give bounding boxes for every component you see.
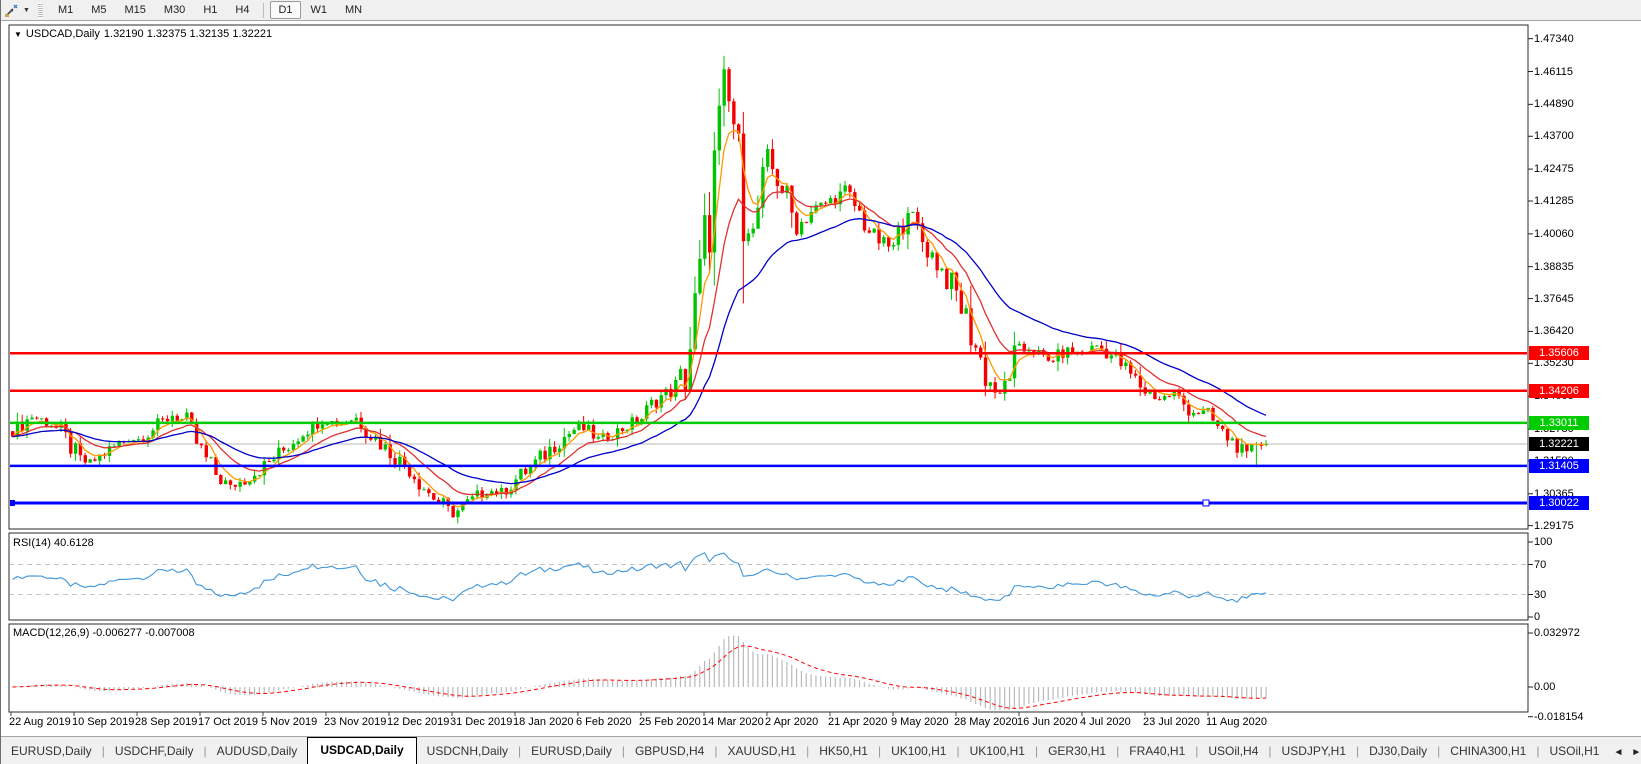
tabs: EURUSD,Daily | USDCHF,Daily | AUDUSD,Daily US… <box>1 737 1609 764</box>
panel-border-0 <box>8 24 1529 530</box>
current-price-label: 1.32221 <box>1529 437 1589 451</box>
x-axis-label: 31 Dec 2019 <box>450 716 513 728</box>
chart-canvas <box>8 24 1533 718</box>
x-axis-label: 16 Jun 2020 <box>1017 716 1078 728</box>
chart-tab-usdcnh-daily[interactable]: USDCNH,Daily <box>417 740 518 764</box>
chart-tab-uk100-h1[interactable]: UK100,H1 <box>881 740 956 764</box>
chart-tab-china300-h1[interactable]: CHINA300,H1 <box>1440 740 1536 764</box>
x-axis-label: 25 Feb 2020 <box>639 716 701 728</box>
macd-axis-label: 0.00 <box>1534 681 1556 693</box>
macd-signal-line <box>12 645 1267 709</box>
y-axis-label: 1.37645 <box>1534 292 1574 305</box>
x-axis-label: 11 Aug 2020 <box>1206 716 1267 728</box>
chart-collapse-caret[interactable]: ▼ <box>14 30 22 39</box>
price-line-label: 1.34206 <box>1529 383 1589 398</box>
macd-histogram <box>16 635 1267 710</box>
x-axis-label: 28 May 2020 <box>954 716 1018 728</box>
x-axis-label: 6 Feb 2020 <box>576 716 632 728</box>
chart-area[interactable]: ▼ USDCAD,Daily 1.32190 1.32375 1.32135 1… <box>1 0 1641 764</box>
rsi-axis-label: 30 <box>1534 588 1547 601</box>
y-axis-label: 1.40060 <box>1534 227 1574 240</box>
main-price-panel <box>9 55 1528 524</box>
macd-axis-label: -0.018154 <box>1534 710 1584 723</box>
line-handle-left[interactable] <box>9 499 15 506</box>
chart-tab-usdjpy-h1[interactable]: USDJPY,H1 <box>1272 740 1356 764</box>
x-axis-label: 23 Jul 2020 <box>1143 716 1200 728</box>
chart-symbol-period: USDCAD,Daily <box>25 28 100 40</box>
price-line-label: 1.30022 <box>1529 495 1589 510</box>
chart-tab-ger30-h1[interactable]: GER30,H1 <box>1038 740 1116 764</box>
x-axis-label: 9 May 2020 <box>891 716 949 728</box>
x-axis-label: 10 Sep 2019 <box>72 716 135 728</box>
rsi-axis-label: 100 <box>1534 536 1553 548</box>
rsi-panel <box>10 552 1527 603</box>
price-line-label: 1.31405 <box>1529 458 1589 473</box>
x-axis-label: 18 Jan 2020 <box>513 716 574 728</box>
tab-scroll-arrows: ◄ ► <box>1609 743 1641 764</box>
chart-tab-hk50-h1[interactable]: HK50,H1 <box>809 740 878 764</box>
horizontal-line-1.30022[interactable] <box>9 499 1528 507</box>
candlestick-series <box>11 55 1268 524</box>
rsi-indicator-label: RSI(14) 40.6128 <box>13 537 94 549</box>
price-line-label: 1.35606 <box>1529 346 1589 361</box>
x-axis-label: 17 Oct 2019 <box>198 716 258 728</box>
y-axis-label: 1.41285 <box>1534 194 1574 207</box>
x-axis-label: 14 Mar 2020 <box>702 716 764 728</box>
chart-tab-xauusd-h1[interactable]: XAUUSD,H1 <box>717 740 806 764</box>
x-axis-label: 5 Nov 2019 <box>261 716 318 728</box>
chart-tab-usdchf-daily[interactable]: USDCHF,Daily <box>105 740 204 764</box>
chart-tab-fra40-h1[interactable]: FRA40,H1 <box>1119 740 1195 764</box>
chart-tab-bar: EURUSD,Daily | USDCHF,Daily | AUDUSD,Daily US… <box>1 736 1641 764</box>
panel-border-1 <box>8 532 1529 621</box>
y-axis-label: 1.36420 <box>1534 325 1574 338</box>
macd-axis-label: 0.032972 <box>1534 627 1580 640</box>
chart-title: ▼ USDCAD,Daily 1.32190 1.32375 1.32135 1… <box>14 28 272 40</box>
chart-tab-dj30-daily[interactable]: DJ30,Daily <box>1359 740 1437 764</box>
moving-average-fast <box>12 129 1267 508</box>
y-axis-label: 1.42475 <box>1534 163 1574 176</box>
moving-average-medium <box>12 190 1267 496</box>
chart-tab-eurusd-daily[interactable]: EURUSD,Daily <box>521 740 622 764</box>
y-axis-label: 1.38835 <box>1534 260 1574 273</box>
chart-tab-eurusd-daily[interactable]: EURUSD,Daily <box>1 740 102 764</box>
x-axis-label: 12 Dec 2019 <box>387 716 450 728</box>
y-axis-label: 1.29175 <box>1534 519 1574 532</box>
chart-tab-usoil-h4[interactable]: USOil,H4 <box>1198 740 1268 764</box>
y-axis-label: 1.47340 <box>1534 32 1574 45</box>
y-axis-label: 1.46115 <box>1534 65 1573 78</box>
chart-tab-usdcad-daily[interactable]: USDCAD,Daily <box>307 737 417 764</box>
y-axis-label: 1.43700 <box>1534 130 1574 143</box>
chart-ohlc-values: 1.32190 1.32375 1.32135 1.32221 <box>103 28 273 40</box>
panel-border-2 <box>8 623 1529 713</box>
tab-scroll-right-icon[interactable]: ► <box>1631 747 1641 758</box>
x-axis-label: 4 Jul 2020 <box>1080 716 1131 728</box>
rsi-axis-label: 0 <box>1534 611 1541 623</box>
x-axis-label: 23 Nov 2019 <box>324 716 387 728</box>
x-axis-label: 2 Apr 2020 <box>765 716 819 728</box>
line-handle-right[interactable] <box>1202 499 1210 507</box>
rsi-axis-label: 70 <box>1534 558 1547 571</box>
x-axis-label: 21 Apr 2020 <box>828 716 888 728</box>
chart-tab-gbpusd-h4[interactable]: GBPUSD,H4 <box>625 740 714 764</box>
chart-tab-uk100-h1[interactable]: UK100,H1 <box>960 740 1035 764</box>
price-line-label: 1.33011 <box>1529 415 1589 430</box>
x-axis-label: 28 Sep 2019 <box>135 716 198 728</box>
tab-scroll-left-icon[interactable]: ◄ <box>1613 747 1623 758</box>
x-axis-label: 22 Aug 2019 <box>9 716 71 728</box>
chart-tab-usoil-h1[interactable]: USOil,H1 <box>1539 740 1609 764</box>
chart-tab-audusd-daily[interactable]: AUDUSD,Daily <box>207 740 308 764</box>
macd-panel <box>12 635 1267 710</box>
y-axis-label: 1.44890 <box>1534 98 1574 111</box>
trading-terminal-window: ▼ M1 M5 M15 M30 H1 H4 D1 W1 MN ▼ USDCAD,Daily 1.… <box>0 0 1641 764</box>
macd-indicator-label: MACD(12,26,9) -0.006277 -0.007008 <box>13 627 195 639</box>
